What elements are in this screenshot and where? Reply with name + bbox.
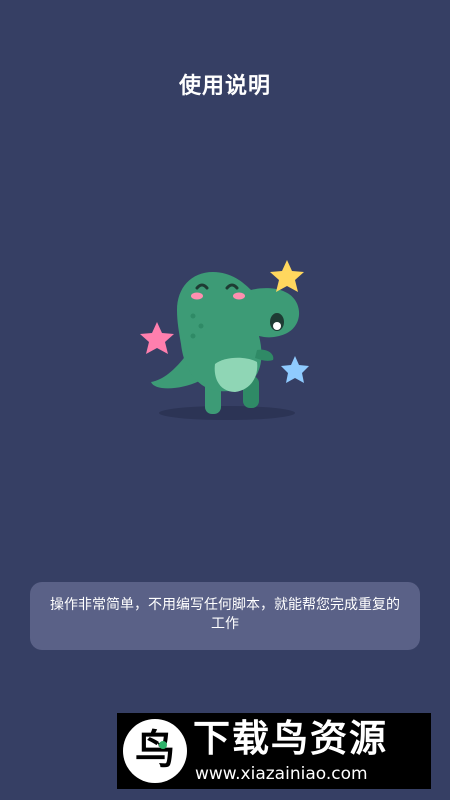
star-blue-icon [281, 356, 309, 383]
star-yellow-icon [270, 260, 304, 292]
ground-shadow [159, 406, 295, 420]
watermark-logo-icon: 鸟 [123, 719, 187, 783]
watermark-url: www.xiazainiao.com [195, 764, 368, 784]
instruction-text: 操作非常简单，不用编写任何脚本，就能帮您完成重复的工作 [50, 597, 400, 632]
dinosaur-illustration [135, 252, 315, 427]
star-pink-icon [140, 322, 174, 354]
watermark-logo-glyph: 鸟 [135, 727, 175, 773]
watermark-banner: 鸟 下载鸟资源 www.xiazainiao.com [117, 713, 431, 789]
watermark-logo-dot [159, 741, 167, 749]
page-title: 使用说明 [178, 74, 271, 99]
instruction-card: 操作非常简单，不用编写任何脚本，就能帮您完成重复的工作 [30, 582, 420, 650]
watermark-name: 下载鸟资源 [193, 717, 388, 760]
dino-cheek-left [191, 292, 203, 300]
dino-cheek-right [233, 292, 245, 300]
